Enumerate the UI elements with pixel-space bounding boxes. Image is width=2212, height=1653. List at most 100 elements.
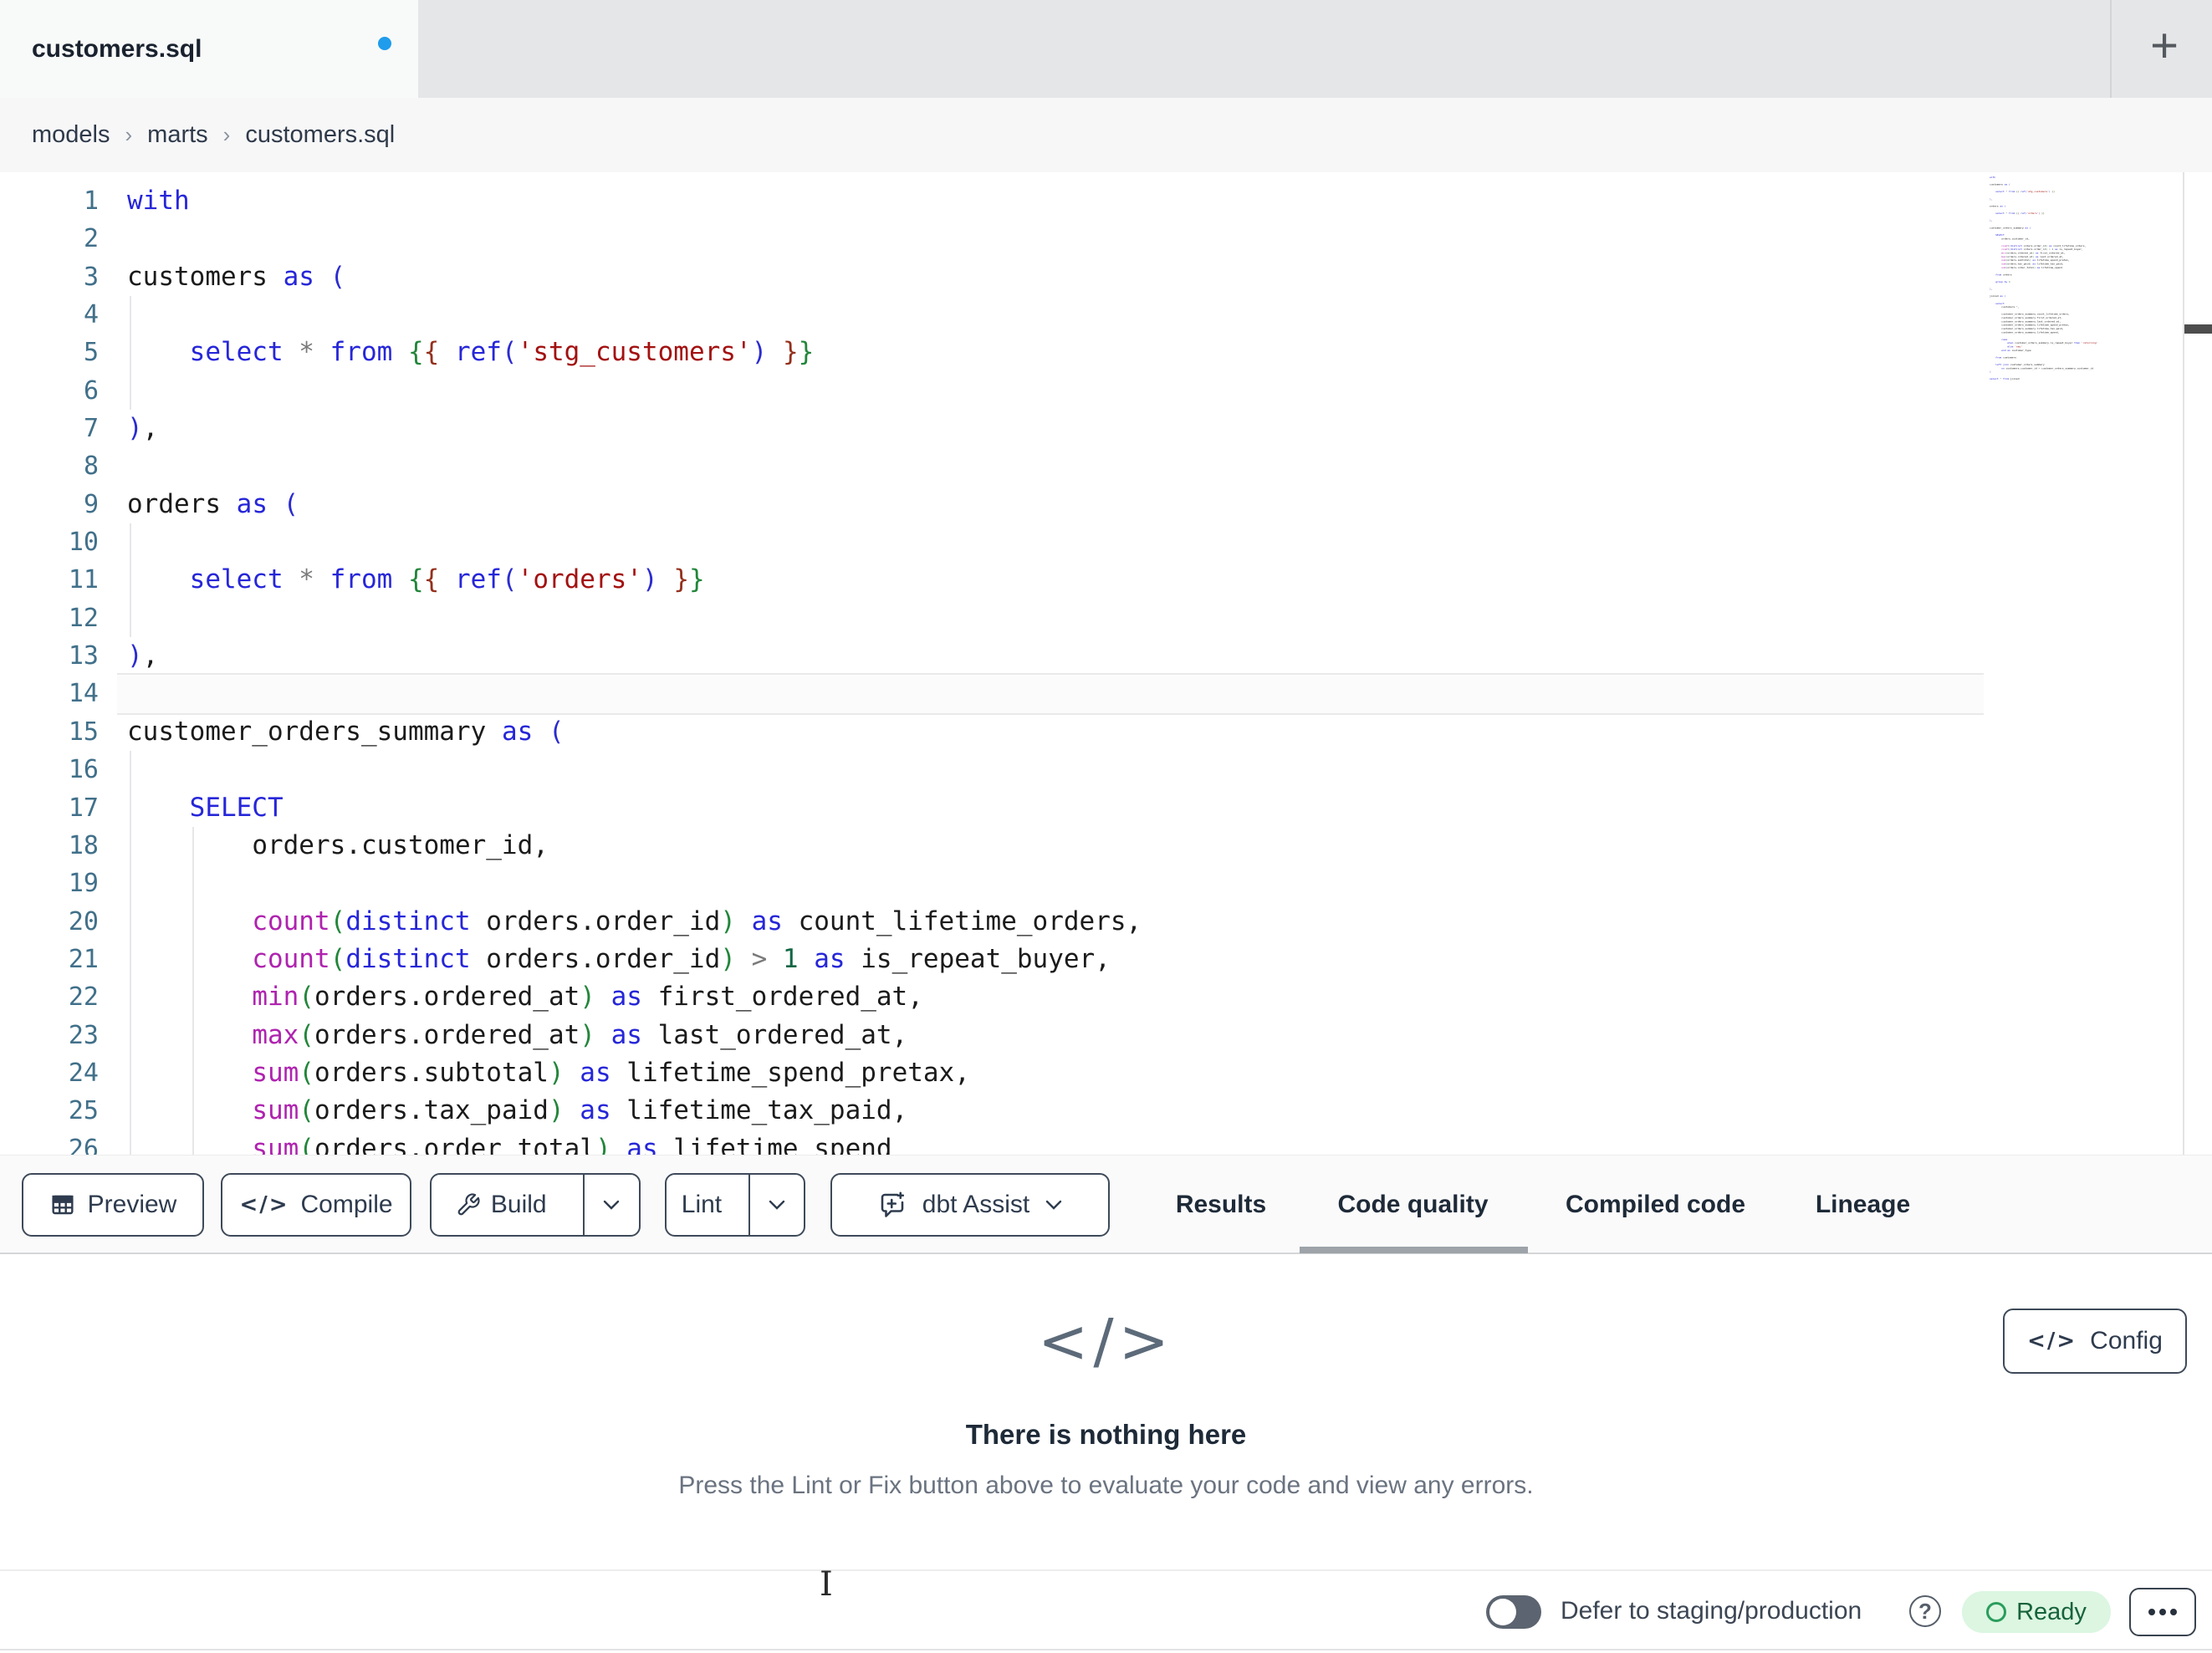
code-line[interactable] (0, 220, 2212, 258)
lint-button-label: Lint (681, 1191, 723, 1218)
code-line[interactable]: ), (0, 410, 2212, 447)
status-bar: Defer to staging/production ? Ready (0, 1569, 2212, 1649)
chevron-down-icon (602, 1199, 621, 1211)
minimap-content: with customers as ( select * from {{ ref(… (1990, 176, 2109, 381)
code-line[interactable]: sum(orders.subtotal) as lifetime_spend_p… (0, 1054, 2212, 1093)
tab-code-quality[interactable]: Code quality (1331, 1156, 1495, 1253)
code-icon: </> (239, 1192, 289, 1217)
action-strip: Preview </> Compile Build Lint dbt Assis… (0, 1155, 2212, 1254)
config-button-label: Config (2090, 1327, 2163, 1355)
active-tab-underline (1300, 1247, 1528, 1253)
text-cursor-pointer: I (820, 1565, 833, 1604)
minimap[interactable]: with customers as ( select * from {{ ref(… (1990, 176, 2180, 393)
tab-bar-divider (2110, 0, 2112, 98)
compile-button[interactable]: </> Compile (221, 1173, 411, 1237)
window-bottom-edge (0, 1649, 2212, 1653)
build-button-label: Build (490, 1191, 547, 1218)
code-line[interactable]: customer_orders_summary as ( (0, 713, 2212, 751)
minimap-line: select * from joined (1990, 377, 2020, 381)
indent-guide (130, 371, 131, 411)
code-line[interactable]: sum(orders.tax_paid) as lifetime_tax_pai… (0, 1092, 2212, 1130)
code-line[interactable] (0, 673, 2212, 716)
tab-lineage[interactable]: Lineage (1811, 1156, 1915, 1253)
compile-button-label: Compile (300, 1191, 393, 1218)
code-lines: with customers as ( select * from {{ ref(… (0, 182, 2212, 1155)
status-ring-icon (1986, 1602, 2007, 1622)
lint-dropdown-button[interactable] (748, 1175, 804, 1235)
code-line[interactable]: max(orders.ordered_at) as last_ordered_a… (0, 1016, 2212, 1054)
code-line[interactable]: count(distinct orders.order_id) as count… (0, 902, 2212, 941)
chevron-down-icon (768, 1199, 786, 1211)
build-button[interactable]: Build (432, 1175, 571, 1235)
scrollbar-thumb[interactable] (2184, 324, 2212, 334)
code-line[interactable]: customers as ( (0, 258, 2212, 296)
indent-guide (130, 523, 131, 562)
defer-toggle[interactable] (1486, 1595, 1541, 1629)
indent-guide (130, 865, 131, 903)
code-line[interactable]: ), (0, 637, 2212, 675)
ide-status-badge[interactable]: Ready (1962, 1591, 2111, 1633)
breadcrumb: models › marts › customers.sql (32, 98, 395, 172)
config-button[interactable]: </> Config (2003, 1309, 2187, 1374)
tab-lineage-label: Lineage (1815, 1190, 1911, 1218)
code-brackets-icon: </> (1038, 1306, 1174, 1376)
preview-button[interactable]: Preview (22, 1173, 204, 1237)
indent-guide (130, 296, 131, 334)
empty-state-subtitle: Press the Lint or Fix button above to ev… (678, 1472, 1534, 1499)
code-line[interactable]: select * from {{ ref('stg_customers') }} (0, 334, 2212, 372)
build-dropdown-button[interactable] (582, 1175, 639, 1235)
indent-guide (130, 599, 131, 638)
tab-results-label: Results (1175, 1190, 1267, 1218)
breadcrumb-separator: › (222, 122, 231, 147)
code-line[interactable] (0, 599, 2212, 638)
code-line[interactable] (0, 865, 2212, 903)
dbt-ide-window: customers.sql + models › marts › custome… (0, 0, 2212, 1653)
dbt-assist-button[interactable]: dbt Assist (830, 1173, 1110, 1237)
code-line[interactable] (0, 523, 2212, 562)
toggle-knob (1489, 1599, 1516, 1625)
code-line[interactable]: min(orders.ordered_at) as first_ordered_… (0, 978, 2212, 1017)
indent-guide (130, 751, 131, 789)
code-line[interactable] (0, 371, 2212, 411)
code-line[interactable]: orders.customer_id, (0, 826, 2212, 865)
assist-chat-sparkle-icon (877, 1190, 907, 1220)
scrollbar-track (2183, 172, 2184, 1155)
lint-split-button: Lint (665, 1173, 805, 1237)
code-line[interactable]: orders as ( (0, 486, 2212, 523)
code-line[interactable]: with (0, 182, 2212, 220)
plus-icon: + (2150, 18, 2179, 73)
chevron-down-icon (1045, 1199, 1063, 1211)
code-line[interactable]: SELECT (0, 788, 2212, 827)
defer-label: Defer to staging/production (1561, 1597, 1862, 1625)
breadcrumb-item-file: customers.sql (245, 121, 396, 148)
tab-compiled-code-label: Compiled code (1565, 1190, 1746, 1218)
tab-compiled-code[interactable]: Compiled code (1561, 1156, 1750, 1253)
tab-results[interactable]: Results (1173, 1156, 1269, 1253)
dot-icon (2159, 1609, 2166, 1615)
tab-code-quality-label: Code quality (1337, 1190, 1489, 1218)
more-options-button[interactable] (2129, 1588, 2196, 1636)
empty-state-title: There is nothing here (965, 1419, 1247, 1450)
code-line[interactable] (0, 296, 2212, 334)
breadcrumb-bar: models › marts › customers.sql (0, 98, 2212, 266)
code-line[interactable] (0, 751, 2212, 789)
ide-status-label: Ready (2016, 1598, 2087, 1625)
dot-icon (2148, 1609, 2155, 1615)
dot-icon (2170, 1609, 2177, 1615)
dbt-assist-button-label: dbt Assist (922, 1191, 1030, 1218)
new-tab-button[interactable]: + (2131, 0, 2198, 98)
code-editor[interactable]: 1 2 3 4 5 6 7 8 9 10 11 12 13 14 15 16 17 18 19 20 21 22 23 24 2… (0, 172, 2212, 1155)
lint-button[interactable]: Lint (667, 1175, 737, 1235)
code-line[interactable]: sum(orders.order_total) as lifetime_spen… (0, 1130, 2212, 1155)
editor-tab-bar: customers.sql + (0, 0, 2212, 98)
breadcrumb-item-models[interactable]: models (32, 121, 110, 149)
preview-button-label: Preview (87, 1191, 177, 1218)
code-line[interactable]: count(distinct orders.order_id) > 1 as i… (0, 940, 2212, 979)
help-icon[interactable]: ? (1909, 1595, 1941, 1627)
breadcrumb-item-marts[interactable]: marts (147, 121, 208, 149)
build-split-button: Build (430, 1173, 641, 1237)
code-line[interactable] (0, 447, 2212, 485)
unsaved-changes-dot-icon (378, 37, 391, 50)
file-tab-customers-sql[interactable]: customers.sql (0, 0, 418, 98)
code-line[interactable]: select * from {{ ref('orders') }} (0, 561, 2212, 599)
